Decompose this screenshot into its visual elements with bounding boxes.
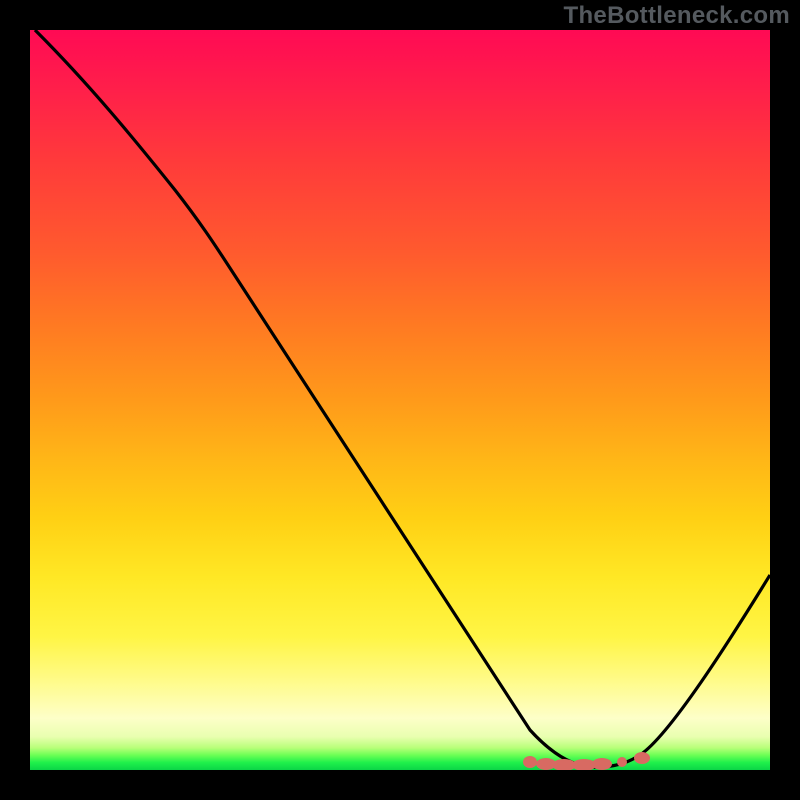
plot-area (30, 30, 770, 770)
marker-dot (634, 752, 650, 764)
marker-layer (30, 30, 770, 770)
marker-dot (592, 758, 612, 770)
marker-dot (617, 757, 627, 767)
marker-dot (523, 756, 537, 768)
watermark-text: TheBottleneck.com (564, 2, 790, 30)
chart-root: TheBottleneck.com (0, 0, 800, 800)
